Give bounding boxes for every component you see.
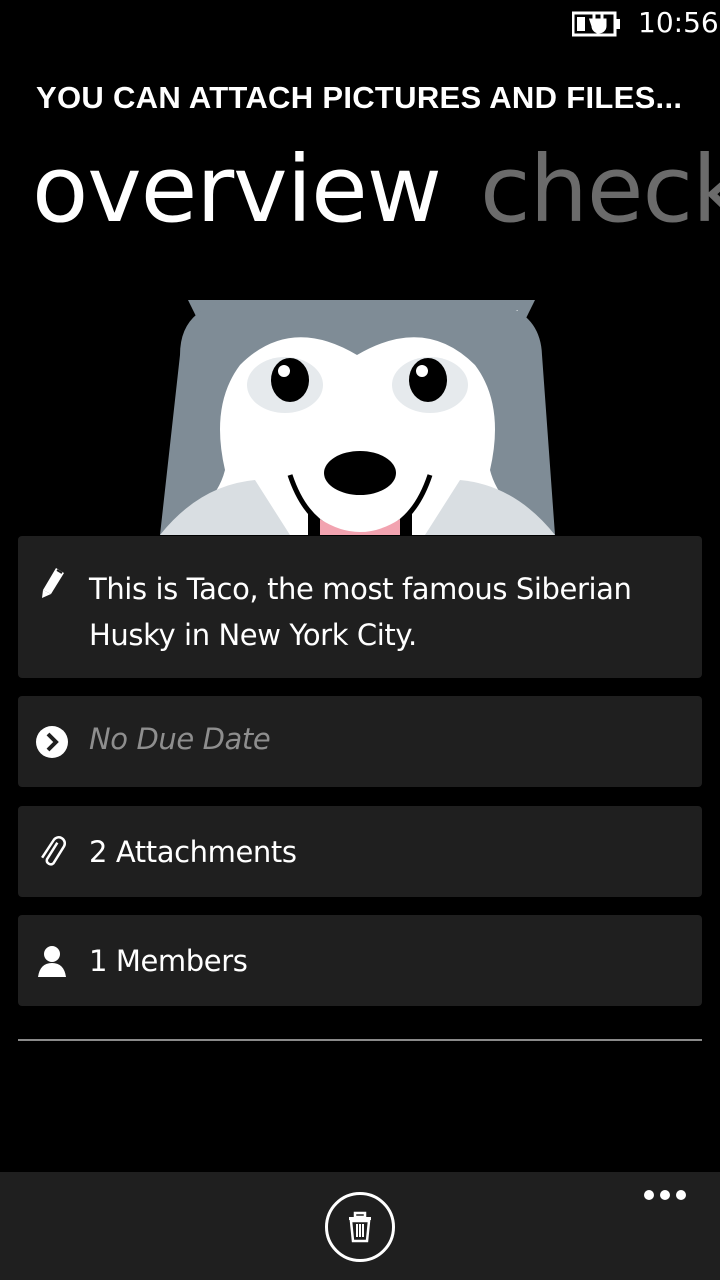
- board-title: YOU CAN ATTACH PICTURES AND FILES...: [36, 80, 683, 115]
- pencil-icon: [42, 568, 64, 598]
- chevron-circle-icon: [36, 726, 68, 758]
- pivot-header: overview check: [0, 130, 720, 250]
- status-bar: 10:56: [0, 0, 720, 48]
- tab-overview[interactable]: overview: [32, 130, 442, 250]
- due-date-text: No Due Date: [89, 722, 271, 756]
- husky-image: [160, 300, 555, 535]
- due-date-row[interactable]: No Due Date: [18, 696, 702, 787]
- more-dots-icon[interactable]: [640, 1184, 690, 1204]
- delete-button[interactable]: [325, 1192, 395, 1262]
- person-icon: [38, 946, 66, 977]
- card-cover-image[interactable]: [160, 295, 555, 535]
- members-text: 1 Members: [89, 944, 248, 978]
- description-text: This is Taco, the most famous Siberian H…: [89, 572, 632, 652]
- divider: [18, 1039, 702, 1041]
- app-bar: [0, 1172, 720, 1280]
- paperclip-icon: [41, 836, 67, 866]
- trash-icon: [349, 1211, 371, 1243]
- clock: 10:56: [638, 6, 719, 39]
- attachments-text: 2 Attachments: [89, 835, 297, 869]
- attachments-row[interactable]: 2 Attachments: [18, 806, 702, 897]
- battery-charging-icon: [572, 11, 620, 37]
- members-row[interactable]: 1 Members: [18, 915, 702, 1006]
- description-row[interactable]: This is Taco, the most famous Siberian H…: [18, 536, 702, 678]
- tab-checklist[interactable]: check: [480, 130, 720, 250]
